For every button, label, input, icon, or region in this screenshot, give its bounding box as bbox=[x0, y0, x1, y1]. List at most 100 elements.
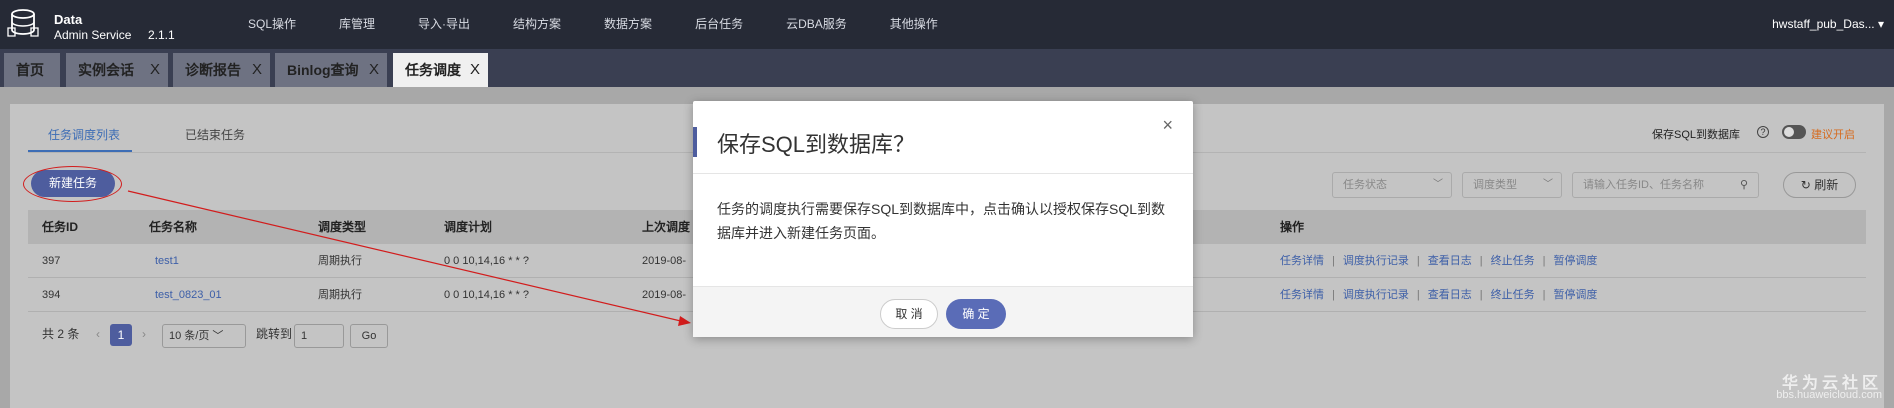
chevron-down-icon: ﹀ bbox=[212, 330, 224, 342]
row-actions: 任务详情 | 调度执行记录 | 查看日志 | 终止任务 | 暂停调度 bbox=[1280, 255, 1598, 267]
dialog-message: 任务的调度执行需要保存SQL到数据库中，点击确认以授权保存SQL到数据库并进入新… bbox=[717, 201, 1166, 241]
brand-subtitle: Admin Service bbox=[54, 28, 132, 42]
refresh-label: 刷新 bbox=[1814, 178, 1839, 192]
confirm-button[interactable]: 确 定 bbox=[946, 299, 1006, 329]
annotation-ellipse bbox=[23, 166, 122, 202]
last-run: 2019-08- bbox=[642, 289, 687, 301]
nav-schema[interactable]: 结构方案 bbox=[513, 0, 583, 49]
col-task-id: 任务ID bbox=[42, 220, 79, 234]
close-icon[interactable]: X bbox=[470, 53, 480, 87]
user-name: hwstaff_pub_Das... bbox=[1772, 17, 1875, 31]
search-placeholder: 请输入任务ID、任务名称 bbox=[1583, 179, 1704, 191]
col-task-name: 任务名称 bbox=[149, 220, 198, 234]
version-label: 2.1.1 bbox=[148, 28, 175, 42]
task-name-link[interactable]: test1 bbox=[155, 244, 179, 278]
col-last-run: 上次调度 bbox=[642, 220, 691, 234]
view-log-link[interactable]: 查看日志 bbox=[1428, 289, 1472, 301]
subtab-finished-tasks[interactable]: 已结束任务 bbox=[185, 126, 245, 143]
row-actions: 任务详情 | 调度执行记录 | 查看日志 | 终止任务 | 暂停调度 bbox=[1280, 289, 1598, 301]
next-page-icon[interactable]: › bbox=[142, 322, 146, 346]
stop-task-link[interactable]: 终止任务 bbox=[1491, 255, 1535, 267]
top-nav: SQL操作 库管理 导入·导出 结构方案 数据方案 后台任务 云DBA服务 其他… bbox=[248, 0, 981, 49]
nav-data-plan[interactable]: 数据方案 bbox=[604, 0, 674, 49]
nav-sql-ops[interactable]: SQL操作 bbox=[248, 0, 318, 49]
search-icon[interactable]: ⚲ bbox=[1740, 173, 1748, 197]
chevron-down-icon: ﹀ bbox=[1543, 179, 1553, 190]
col-actions: 操作 bbox=[1280, 220, 1305, 234]
task-id: 397 bbox=[42, 255, 61, 267]
tab-binlog-query[interactable]: Binlog查询 X bbox=[275, 53, 387, 87]
save-sql-label: 保存SQL到数据库 bbox=[1652, 129, 1741, 141]
tab-label: Binlog查询 bbox=[287, 62, 359, 78]
close-icon[interactable]: X bbox=[150, 53, 160, 87]
close-icon[interactable]: X bbox=[252, 53, 262, 87]
help-icon[interactable]: ? bbox=[1757, 126, 1769, 138]
nav-cloud-dba[interactable]: 云DBA服务 bbox=[786, 0, 869, 49]
brand-name: Data bbox=[54, 12, 83, 27]
view-log-link[interactable]: 查看日志 bbox=[1428, 255, 1472, 267]
task-status-select[interactable]: 任务状态 ﹀ bbox=[1332, 172, 1452, 198]
refresh-icon: ↻ bbox=[1800, 178, 1811, 192]
last-run: 2019-08- bbox=[642, 255, 687, 267]
task-name-link[interactable]: test_0823_01 bbox=[155, 278, 222, 312]
suggest-enable-label: 建议开启 bbox=[1811, 129, 1855, 141]
col-schedule-type: 调度类型 bbox=[318, 220, 367, 234]
jump-label: 跳转到 bbox=[256, 327, 293, 341]
user-menu[interactable]: hwstaff_pub_Das... ▾ bbox=[1772, 17, 1884, 31]
cancel-button[interactable]: 取 消 bbox=[880, 299, 938, 329]
task-id: 394 bbox=[42, 289, 61, 301]
col-schedule-plan: 调度计划 bbox=[444, 220, 493, 234]
tab-label: 首页 bbox=[16, 62, 44, 78]
refresh-button[interactable]: ↻ 刷新 bbox=[1783, 172, 1856, 198]
pause-schedule-link[interactable]: 暂停调度 bbox=[1553, 255, 1597, 267]
tab-label: 诊断报告 bbox=[185, 62, 241, 78]
close-icon[interactable]: X bbox=[369, 53, 379, 87]
tab-instance-session[interactable]: 实例会话 X bbox=[66, 53, 168, 87]
schedule-plan: 0 0 10,14,16 * * ? bbox=[444, 255, 530, 267]
select-placeholder: 调度类型 bbox=[1473, 179, 1517, 191]
title-accent-bar bbox=[693, 127, 697, 157]
schedule-type: 周期执行 bbox=[318, 255, 362, 267]
page-size-select[interactable]: 10 条/页 ﹀ bbox=[162, 324, 246, 348]
jump-page-input[interactable]: 1 bbox=[294, 324, 344, 348]
tab-label: 任务调度 bbox=[405, 62, 461, 78]
search-input[interactable]: 请输入任务ID、任务名称 ⚲ bbox=[1572, 172, 1759, 198]
select-placeholder: 任务状态 bbox=[1343, 179, 1387, 191]
tab-home[interactable]: 首页 bbox=[4, 53, 60, 87]
confirm-dialog: 保存SQL到数据库？ × 任务的调度执行需要保存SQL到数据库中，点击确认以授权… bbox=[693, 101, 1193, 337]
exec-records-link[interactable]: 调度执行记录 bbox=[1343, 255, 1409, 267]
tab-diagnosis-report[interactable]: 诊断报告 X bbox=[173, 53, 270, 87]
tab-task-schedule[interactable]: 任务调度 X bbox=[393, 53, 488, 87]
caret-down-icon: ▾ bbox=[1877, 17, 1884, 31]
go-button[interactable]: Go bbox=[350, 324, 388, 348]
total-count: 共 2 条 bbox=[42, 327, 80, 341]
tab-bar: 首页 实例会话 X 诊断报告 X Binlog查询 X 任务调度 X bbox=[0, 49, 1894, 87]
pause-schedule-link[interactable]: 暂停调度 bbox=[1553, 289, 1597, 301]
exec-records-link[interactable]: 调度执行记录 bbox=[1343, 289, 1409, 301]
task-detail-link[interactable]: 任务详情 bbox=[1280, 255, 1324, 267]
schedule-type: 周期执行 bbox=[318, 289, 362, 301]
nav-import-export[interactable]: 导入·导出 bbox=[418, 0, 492, 49]
tab-label: 实例会话 bbox=[78, 62, 134, 78]
page-number[interactable]: 1 bbox=[110, 324, 132, 346]
chevron-down-icon: ﹀ bbox=[1433, 179, 1443, 190]
watermark-url: bbs.huaweicloud.com bbox=[1776, 389, 1882, 401]
close-icon[interactable]: × bbox=[1162, 115, 1173, 136]
top-bar: Data Admin Service 2.1.1 SQL操作 库管理 导入·导出… bbox=[0, 0, 1894, 49]
prev-page-icon[interactable]: ‹ bbox=[96, 322, 100, 346]
task-detail-link[interactable]: 任务详情 bbox=[1280, 289, 1324, 301]
schedule-type-select[interactable]: 调度类型 ﹀ bbox=[1462, 172, 1562, 198]
divider bbox=[693, 173, 1193, 174]
toggle-knob bbox=[1784, 127, 1794, 137]
database-logo-icon bbox=[7, 9, 39, 37]
schedule-plan: 0 0 10,14,16 * * ? bbox=[444, 289, 530, 301]
subtab-schedule-list[interactable]: 任务调度列表 bbox=[48, 126, 120, 143]
page-size-value: 10 条/页 bbox=[169, 330, 210, 342]
nav-db-manage[interactable]: 库管理 bbox=[339, 0, 397, 49]
nav-other-ops[interactable]: 其他操作 bbox=[890, 0, 960, 49]
nav-background-tasks[interactable]: 后台任务 bbox=[695, 0, 765, 49]
stop-task-link[interactable]: 终止任务 bbox=[1491, 289, 1535, 301]
dialog-title: 保存SQL到数据库？ bbox=[717, 132, 916, 157]
save-sql-toggle[interactable] bbox=[1782, 125, 1806, 139]
dialog-footer: 取 消 确 定 bbox=[693, 286, 1193, 337]
